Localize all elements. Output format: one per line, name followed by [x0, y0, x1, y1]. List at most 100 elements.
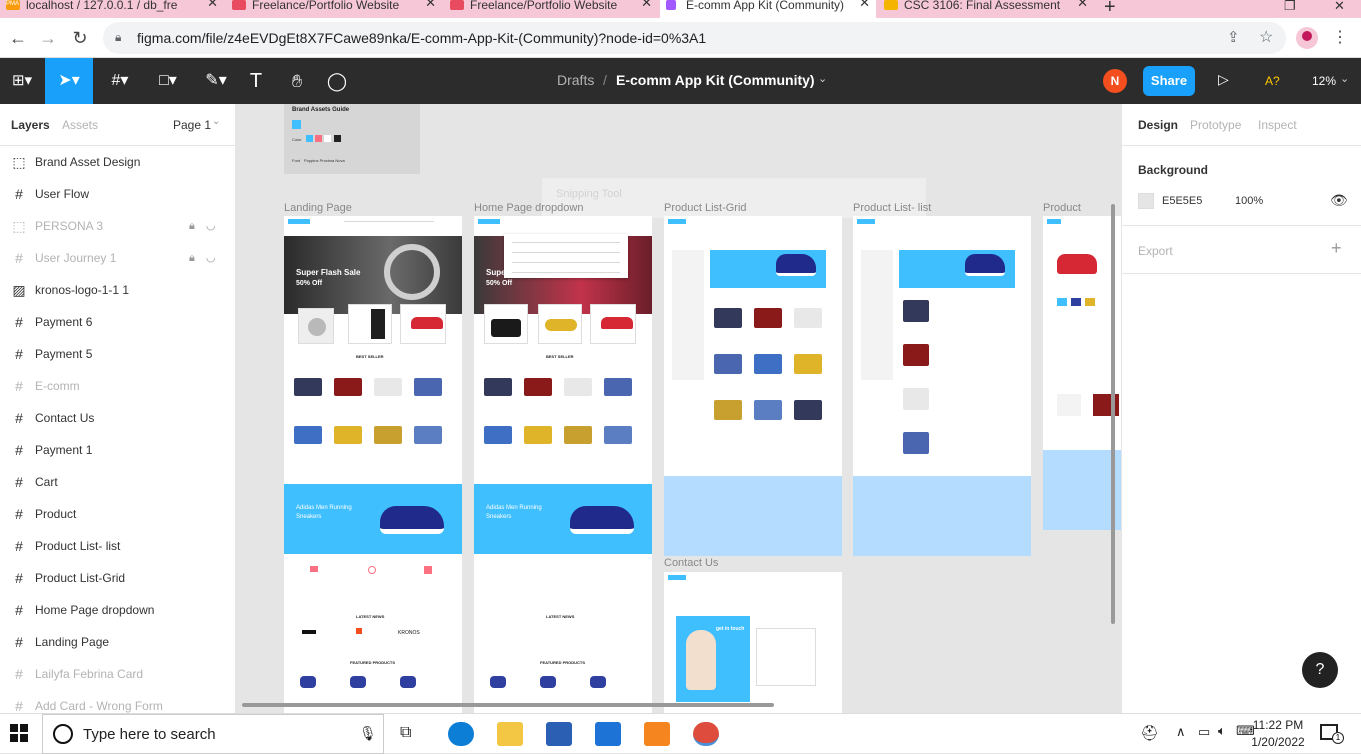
frame-label[interactable]: Product List- list [853, 202, 931, 214]
hidden-eye-icon[interactable]: ◡ [206, 242, 216, 274]
network-icon[interactable]: ▭ [1198, 724, 1210, 740]
canvas-horizontal-scrollbar[interactable] [242, 703, 774, 707]
new-tab-button[interactable]: + [1104, 0, 1116, 19]
layer-row[interactable]: # Cart [0, 466, 235, 498]
layer-row[interactable]: # Landing Page [0, 626, 235, 658]
help-button[interactable]: ? [1302, 652, 1338, 688]
browser-menu-icon[interactable]: ⋮ [1328, 26, 1352, 50]
tab-inspect[interactable]: Inspect [1258, 118, 1297, 132]
layer-row[interactable]: # Payment 5 [0, 338, 235, 370]
background-hex-input[interactable]: E5E5E5 [1162, 195, 1202, 207]
file-name[interactable]: E-comm App Kit (Community) [616, 72, 815, 88]
clock-date[interactable]: 1/20/2022 [1247, 735, 1309, 749]
reload-icon[interactable]: ↻ [68, 26, 92, 50]
close-tab-icon[interactable]: ✕ [859, 0, 870, 9]
landing-page-frame[interactable]: Super Flash Sale 50% Off BEST SELLER Adi… [284, 216, 462, 713]
layer-row[interactable]: # E-comm [0, 370, 235, 402]
text-tool-icon[interactable]: T [244, 58, 268, 104]
taskbar-search-box[interactable]: Type here to search 🎙︎ [42, 714, 384, 754]
layer-row[interactable]: # Payment 1 [0, 434, 235, 466]
zoom-level[interactable]: 12% [1312, 74, 1336, 88]
chrome-browser-icon[interactable] [693, 722, 719, 746]
lock-icon[interactable]: 🔒︎ [189, 242, 195, 274]
frame-label[interactable]: Product List-Grid [664, 202, 747, 214]
frame-label[interactable]: Landing Page [284, 202, 352, 214]
canvas-vertical-scrollbar[interactable] [1111, 204, 1115, 624]
forward-arrow-icon[interactable]: → [36, 26, 60, 50]
breadcrumb-drafts[interactable]: Drafts [557, 72, 594, 88]
browser-tab[interactable]: Freelance/Portfolio Website ✕ [444, 0, 658, 18]
layer-row[interactable]: # Add Card - Wrong Form [0, 690, 235, 713]
close-window-icon[interactable]: ✕ [1334, 0, 1345, 14]
layer-row[interactable]: # Lailyfa Febrina Card [0, 658, 235, 690]
tab-prototype[interactable]: Prototype [1190, 118, 1241, 132]
layer-row[interactable]: # Home Page dropdown [0, 594, 235, 626]
frame-label[interactable]: Home Page dropdown [474, 202, 583, 214]
file-explorer-icon[interactable] [497, 722, 523, 746]
task-view-icon[interactable]: ⧉ [400, 724, 411, 742]
share-button[interactable]: Share [1143, 66, 1195, 96]
layer-row[interactable]: # Product List- list [0, 530, 235, 562]
mail-icon[interactable] [595, 722, 621, 746]
help-accessibility-button[interactable]: A? [1265, 74, 1280, 88]
layer-row[interactable]: # Product [0, 498, 235, 530]
frame-label[interactable]: Contact Us [664, 557, 718, 569]
add-export-button[interactable]: + [1331, 238, 1342, 259]
lock-icon[interactable]: 🔒︎ [115, 30, 121, 45]
background-color-swatch[interactable] [1138, 193, 1154, 209]
close-tab-icon[interactable]: ✕ [207, 0, 218, 9]
windows-start-icon[interactable] [10, 724, 28, 742]
layer-row[interactable]: # User Journey 1 🔒︎ ◡ [0, 242, 235, 274]
chevron-down-icon[interactable]: ⌄ [212, 116, 220, 127]
zoom-chevron-icon[interactable]: ⌄ [1340, 72, 1349, 85]
layer-row[interactable]: # Payment 6 [0, 306, 235, 338]
tray-chevron-icon[interactable]: ∧ [1176, 724, 1186, 740]
layer-row[interactable]: # Product List-Grid [0, 562, 235, 594]
layer-row[interactable]: ⬚ PERSONA 3 🔒︎ ◡ [0, 210, 235, 242]
share-page-icon[interactable]: ⇪ [1227, 28, 1240, 46]
shape-tool-icon[interactable]: □▾ [148, 58, 188, 104]
volume-icon[interactable]: 🔈︎ [1218, 723, 1226, 739]
figma-menu-icon[interactable]: ⊞▾ [4, 58, 40, 104]
bookmark-star-icon[interactable]: ☆ [1259, 27, 1273, 47]
browser-tab[interactable]: CSC 3106: Final Assessment ✕ [878, 0, 1094, 18]
address-bar[interactable]: 🔒︎ figma.com/file/z4eEVDgEt8X7FCawe89nka… [103, 22, 1286, 54]
browser-tab-active[interactable]: E-comm App Kit (Community) ✕ [660, 0, 876, 18]
url-text[interactable]: figma.com/file/z4eEVDgEt8X7FCawe89nka/E-… [137, 30, 706, 46]
clock-time[interactable]: 11:22 PM [1250, 718, 1306, 732]
close-tab-icon[interactable]: ✕ [1077, 0, 1088, 9]
chevron-down-icon[interactable]: ⌄ [818, 72, 827, 85]
product-list-list-frame[interactable] [853, 216, 1031, 556]
design-canvas[interactable]: Brand Assets Guide Color Font Poppins Pr… [236, 104, 1121, 713]
browser-tab[interactable]: Freelance/Portfolio Website ✕ [226, 0, 442, 18]
user-avatar[interactable]: N [1103, 69, 1127, 93]
tab-assets[interactable]: Assets [62, 118, 98, 132]
people-icon[interactable]: ⛑︎ [1140, 724, 1159, 742]
microsoft-store-icon[interactable] [546, 722, 572, 746]
back-arrow-icon[interactable]: ← [6, 26, 30, 50]
page-selector[interactable]: Page 1 [173, 118, 211, 132]
comment-tool-icon[interactable]: ◯ [324, 58, 350, 104]
restore-window-icon[interactable]: ❐ [1284, 0, 1296, 14]
layer-row[interactable]: ▨ kronos-logo-1-1 1 [0, 274, 235, 306]
present-play-icon[interactable]: ▷ [1218, 71, 1229, 88]
hidden-eye-icon[interactable]: ◡ [206, 210, 216, 242]
tab-layers[interactable]: Layers [11, 118, 50, 132]
close-tab-icon[interactable]: ✕ [641, 0, 652, 9]
product-list-grid-frame[interactable] [664, 216, 842, 556]
product-frame[interactable] [1043, 216, 1121, 530]
home-page-dropdown-frame[interactable]: Supe 50% Off BEST SELLER Adidas Men Runn… [474, 216, 652, 713]
frame-tool-icon[interactable]: #▾ [100, 58, 140, 104]
browser-tab[interactable]: PMA localhost / 127.0.0.1 / db_fre ✕ [0, 0, 224, 18]
visibility-eye-icon[interactable]: 👁︎ [1330, 192, 1348, 209]
edge-browser-icon[interactable] [448, 722, 474, 746]
layer-row[interactable]: # Contact Us [0, 402, 235, 434]
tab-design[interactable]: Design [1138, 118, 1178, 132]
layer-row[interactable]: # User Flow [0, 178, 235, 210]
close-tab-icon[interactable]: ✕ [425, 0, 436, 9]
microphone-icon[interactable]: 🎙︎ [359, 725, 377, 742]
xampp-icon[interactable] [644, 722, 670, 746]
notification-center-icon[interactable]: 1 [1320, 724, 1344, 744]
move-tool-icon[interactable]: ➤▾ [45, 58, 93, 104]
frame-label[interactable]: Product [1043, 202, 1081, 214]
